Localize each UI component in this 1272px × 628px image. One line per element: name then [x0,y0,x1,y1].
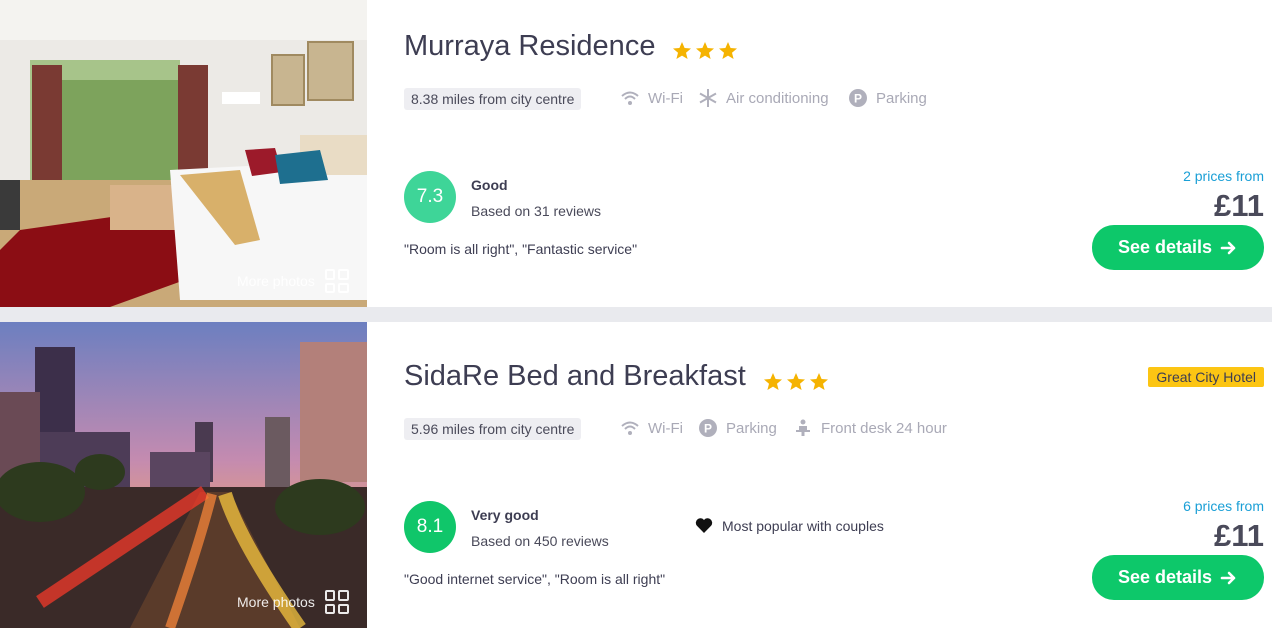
star-icon [696,42,714,59]
amenity-front-desk: Front desk 24 hour [793,418,947,438]
star-rating [672,41,738,61]
more-photos-label: More photos [237,273,315,289]
rating-word: Good [471,177,508,193]
amenity-label: Front desk 24 hour [821,419,947,437]
amenity-label: Wi-Fi [648,89,683,107]
wifi-icon [621,421,639,435]
distance-badge: 5.96 miles from city centre [404,418,582,440]
amenity-wifi: Wi-Fi [620,418,683,438]
amenity-label: Parking [726,419,777,437]
hotel-card[interactable]: More photos SidaRe Bed and Breakfast Gre… [0,322,1272,628]
amenity-label: Wi-Fi [648,419,683,437]
price: £11 [1213,188,1264,223]
amenity-air-conditioning: Air conditioning [698,88,829,108]
more-photos-button[interactable]: More photos [237,269,349,293]
price: £11 [1213,518,1264,553]
review-count[interactable]: Based on 31 reviews [471,203,601,219]
popular-with-couples: Most popular with couples [695,517,884,534]
wifi-icon [621,91,639,105]
amenity-label: Parking [876,89,927,107]
prices-from-link[interactable]: 6 prices from [1183,498,1264,514]
star-icon [810,373,828,390]
see-details-button[interactable]: See details [1092,225,1264,270]
amenity-label: Air conditioning [726,89,829,107]
arrow-right-icon [1220,571,1236,584]
prices-from-link[interactable]: 2 prices from [1183,168,1264,184]
hotel-name[interactable]: SidaRe Bed and Breakfast [404,360,746,393]
hotel-photo-city[interactable]: More photos [0,322,367,628]
rating-word: Very good [471,507,539,523]
review-quotes: "Good internet service", "Room is all ri… [404,571,666,587]
review-quotes: "Room is all right", "Fantastic service" [404,241,638,257]
arrow-right-icon [1220,241,1236,254]
heart-icon [695,518,713,533]
star-icon [787,373,805,390]
amenity-parking: P Parking [848,88,927,108]
review-count[interactable]: Based on 450 reviews [471,533,609,549]
snowflake-icon [699,89,717,107]
star-icon [673,42,691,59]
parking-icon: P [849,89,867,107]
score-badge: 8.1 [404,501,456,553]
hotel-photo-bedroom[interactable]: More photos [0,0,367,307]
parking-icon: P [699,419,717,437]
great-city-hotel-badge: Great City Hotel [1148,367,1264,387]
star-icon [764,373,782,390]
more-photos-button[interactable]: More photos [237,590,349,614]
see-details-label: See details [1117,567,1213,587]
popular-label: Most popular with couples [722,517,884,534]
grid-icon [324,269,349,293]
score-badge: 7.3 [404,171,456,223]
svg-text:P: P [854,92,862,106]
more-photos-label: More photos [237,594,315,610]
svg-text:P: P [704,422,712,436]
hotel-card[interactable]: More photos Murraya Residence 8.38 miles… [0,0,1272,307]
distance-badge: 8.38 miles from city centre [404,88,582,110]
amenity-parking: P Parking [698,418,777,438]
star-rating [763,372,829,392]
amenity-wifi: Wi-Fi [620,88,683,108]
front-desk-icon [796,419,810,436]
grid-icon [324,590,349,614]
see-details-button[interactable]: See details [1092,555,1264,600]
see-details-label: See details [1117,237,1213,257]
star-icon [719,42,737,59]
hotel-name[interactable]: Murraya Residence [404,30,655,63]
